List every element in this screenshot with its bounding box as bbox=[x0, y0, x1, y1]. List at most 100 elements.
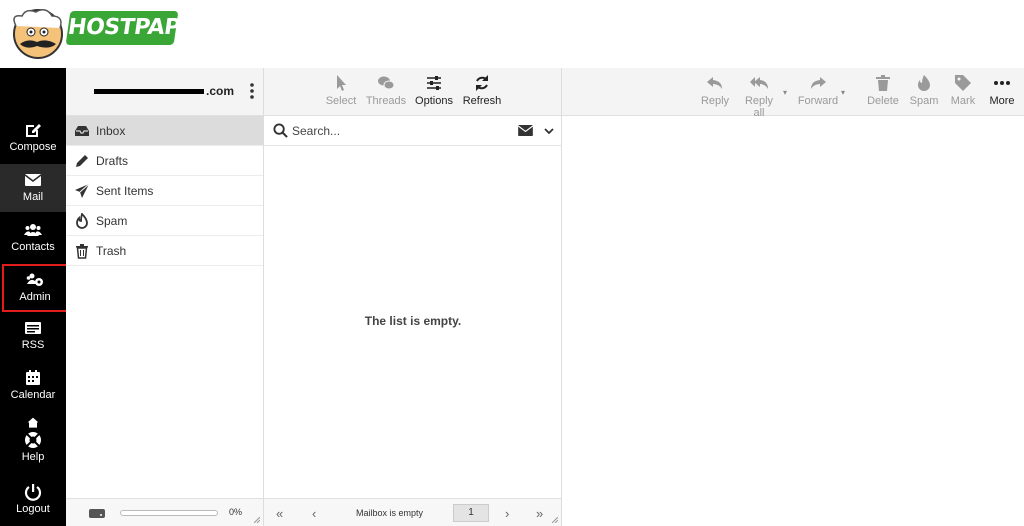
prev-page-icon[interactable]: ‹ bbox=[312, 506, 316, 521]
account-email[interactable]: .com bbox=[94, 84, 234, 98]
mascot-icon bbox=[13, 9, 63, 59]
message-toolbar: Reply Reply all ▾ Forward ▾ Delete Spam bbox=[562, 68, 1024, 119]
spam-label: Spam bbox=[909, 95, 939, 107]
last-page-icon[interactable]: » bbox=[536, 506, 543, 521]
nav-mail[interactable]: Mail bbox=[0, 164, 66, 212]
pagination-footer: « ‹ Mailbox is empty 1 › » bbox=[264, 498, 561, 526]
forward-label: Forward bbox=[797, 95, 839, 107]
envelope-scope-icon[interactable] bbox=[518, 125, 533, 136]
refresh-button[interactable]: Refresh bbox=[460, 74, 504, 107]
first-page-icon[interactable]: « bbox=[276, 506, 283, 521]
storage-icon bbox=[89, 509, 105, 518]
forward-icon bbox=[811, 77, 826, 89]
nav-compose[interactable]: Compose bbox=[0, 114, 66, 162]
nav-label: Admin bbox=[19, 291, 51, 303]
nav-rss[interactable]: RSS bbox=[0, 312, 66, 360]
reply-all-button[interactable]: Reply all bbox=[738, 74, 780, 119]
account-header: .com bbox=[66, 68, 263, 116]
resize-grip-icon[interactable] bbox=[254, 517, 260, 523]
nav-logout[interactable]: Logout bbox=[0, 476, 66, 524]
folder-label: Sent Items bbox=[96, 184, 154, 198]
forward-caret-icon[interactable]: ▾ bbox=[841, 88, 845, 97]
nav-help[interactable]: Help bbox=[0, 412, 66, 470]
refresh-label: Refresh bbox=[462, 95, 502, 107]
delete-button[interactable]: Delete bbox=[866, 74, 900, 107]
mark-button[interactable]: Mark bbox=[948, 74, 978, 107]
folders-panel: .com Inbox Drafts Sent Items Spam Trash … bbox=[66, 68, 264, 526]
power-icon bbox=[24, 484, 42, 501]
rss-icon bbox=[25, 322, 41, 334]
folder-label: Trash bbox=[96, 244, 127, 258]
reply-all-icon bbox=[750, 77, 768, 89]
folder-sent[interactable]: Sent Items bbox=[66, 176, 263, 206]
reply-all-caret-icon[interactable]: ▾ bbox=[783, 88, 787, 97]
webmail-page: HOSTPAPA Compose Mail Contacts Admin RSS… bbox=[0, 0, 1024, 526]
paper-plane-icon bbox=[75, 183, 90, 198]
reply-button[interactable]: Reply bbox=[698, 74, 732, 107]
trash-icon bbox=[876, 75, 890, 91]
folder-label: Spam bbox=[96, 214, 128, 228]
search-bar bbox=[264, 116, 561, 146]
more-label: More bbox=[989, 95, 1015, 107]
contacts-icon bbox=[24, 224, 42, 236]
nav-label: Calendar bbox=[10, 389, 56, 401]
select-button[interactable]: Select bbox=[322, 74, 360, 107]
nav-label: Compose bbox=[9, 141, 57, 153]
folder-label: Inbox bbox=[96, 124, 126, 138]
kebab-menu-icon[interactable] bbox=[250, 82, 254, 100]
calendar-icon bbox=[26, 370, 40, 385]
nav-label: Logout bbox=[16, 503, 50, 515]
compose-icon bbox=[26, 124, 41, 137]
list-toolbar: Select Threads Options Refresh bbox=[264, 68, 561, 116]
flame-icon bbox=[918, 75, 930, 91]
mark-label: Mark bbox=[950, 95, 976, 107]
folder-label: Drafts bbox=[96, 154, 129, 168]
nav-label: Help bbox=[21, 451, 45, 463]
mail-icon bbox=[24, 174, 42, 186]
options-label: Options bbox=[415, 95, 453, 107]
admin-icon bbox=[26, 273, 43, 286]
quota-footer: 0% bbox=[66, 498, 263, 526]
next-page-icon[interactable]: › bbox=[505, 506, 509, 521]
delete-label: Delete bbox=[867, 95, 899, 107]
folder-inbox[interactable]: Inbox bbox=[66, 116, 263, 146]
chevron-down-icon[interactable] bbox=[544, 128, 554, 134]
cursor-icon bbox=[337, 75, 346, 91]
threads-icon bbox=[378, 76, 395, 90]
message-list-panel: Select Threads Options Refresh The list … bbox=[264, 68, 562, 526]
reply-icon bbox=[707, 77, 722, 89]
trash-icon bbox=[76, 244, 88, 259]
nav-admin[interactable]: Admin bbox=[2, 264, 68, 312]
nav-label: RSS bbox=[21, 339, 45, 351]
threads-button[interactable]: Threads bbox=[364, 74, 408, 107]
sliders-icon bbox=[427, 76, 441, 90]
folder-spam[interactable]: Spam bbox=[66, 206, 263, 236]
quota-percent: 0% bbox=[229, 507, 243, 517]
help-icon bbox=[25, 432, 41, 448]
nav-calendar[interactable]: Calendar bbox=[0, 362, 66, 410]
forward-button[interactable]: Forward bbox=[796, 74, 840, 107]
reply-all-label: Reply all bbox=[744, 95, 774, 119]
more-button[interactable]: More bbox=[986, 74, 1018, 107]
select-label: Select bbox=[325, 95, 357, 107]
message-view-panel: Reply Reply all ▾ Forward ▾ Delete Spam bbox=[562, 68, 1024, 526]
spam-button[interactable]: Spam bbox=[906, 74, 942, 107]
quota-bar bbox=[120, 510, 218, 516]
home-icon bbox=[27, 417, 39, 428]
nav-contacts[interactable]: Contacts bbox=[0, 214, 66, 262]
inbox-icon bbox=[75, 126, 89, 136]
folder-trash[interactable]: Trash bbox=[66, 236, 263, 266]
threads-label: Threads bbox=[365, 95, 407, 107]
more-dots-icon bbox=[994, 81, 1010, 85]
page-number-input[interactable]: 1 bbox=[453, 504, 489, 522]
search-input[interactable] bbox=[292, 122, 512, 140]
flame-icon bbox=[76, 213, 88, 229]
nav-label: Contacts bbox=[11, 241, 55, 253]
email-suffix: .com bbox=[206, 84, 235, 98]
folder-drafts[interactable]: Drafts bbox=[66, 146, 263, 176]
search-icon[interactable] bbox=[273, 123, 288, 138]
resize-grip-icon[interactable] bbox=[552, 517, 558, 523]
options-button[interactable]: Options bbox=[412, 74, 456, 107]
hostpapa-logo[interactable]: HOSTPAPA bbox=[6, 4, 196, 62]
logo-wordmark: HOSTPAPA bbox=[65, 11, 196, 45]
